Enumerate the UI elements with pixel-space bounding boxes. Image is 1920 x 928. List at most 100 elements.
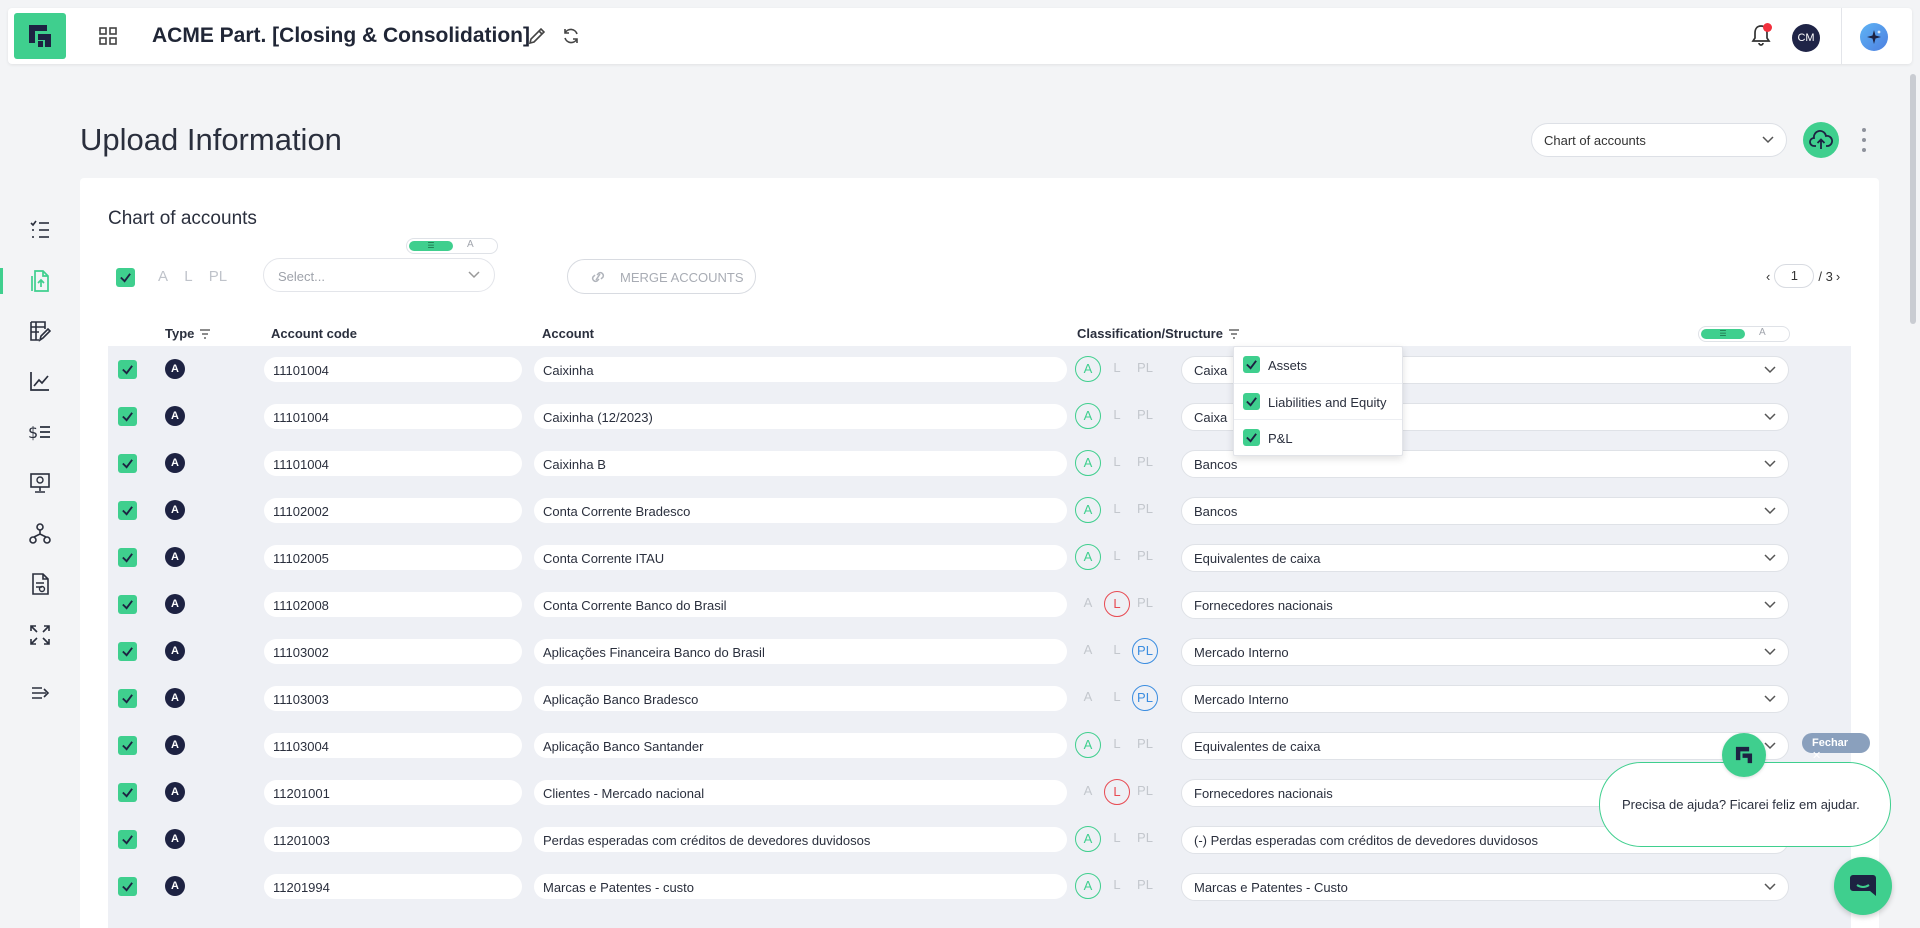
row-checkbox[interactable] (118, 407, 137, 426)
class-option-l[interactable]: L (1104, 544, 1130, 570)
structure-select[interactable]: Fornecedores nacionais (1181, 591, 1789, 619)
class-option-pl[interactable]: PL (1132, 638, 1158, 664)
class-option-pl[interactable]: PL (1132, 826, 1158, 852)
app-logo[interactable] (14, 13, 66, 59)
class-option-l[interactable]: L (1104, 591, 1130, 617)
class-option-l[interactable]: L (1104, 873, 1130, 899)
filter-assets[interactable]: A (158, 268, 168, 285)
account-name-field[interactable]: Aplicações Financeira Banco do Brasil (534, 639, 1067, 664)
class-option-a[interactable]: A (1075, 356, 1101, 382)
row-checkbox[interactable] (118, 830, 137, 849)
account-code-field[interactable]: 11201001 (264, 780, 522, 805)
class-option-a[interactable]: A (1075, 497, 1101, 523)
sidebar-item-edit-sheet-icon[interactable] (28, 319, 52, 343)
sidebar-item-report-icon[interactable] (28, 572, 52, 596)
class-option-pl[interactable]: PL (1132, 779, 1158, 805)
account-name-field[interactable]: Caixinha (12/2023) (534, 404, 1067, 429)
option-checkbox[interactable] (1243, 356, 1260, 373)
class-option-l[interactable]: L (1104, 685, 1130, 711)
table-row[interactable]: A 11201994 Marcas e Patentes - custo ALP… (108, 863, 1851, 910)
filter-pl[interactable]: PL (209, 268, 227, 285)
sidebar-item-expand-icon[interactable] (28, 623, 52, 647)
class-option-a[interactable]: A (1075, 450, 1101, 476)
apps-grid-icon[interactable] (98, 26, 118, 46)
prev-page-icon[interactable]: ‹ (1766, 269, 1770, 284)
class-option-pl[interactable]: PL (1132, 497, 1158, 523)
user-avatar[interactable]: CM (1792, 24, 1820, 52)
account-code-field[interactable]: 11103003 (264, 686, 522, 711)
structure-view-toggle[interactable]: ☰ A (1698, 326, 1790, 342)
table-row[interactable]: A 11102002 Conta Corrente Bradesco A L PL … (108, 487, 1851, 534)
class-option-l[interactable]: L (1104, 403, 1130, 429)
sidebar-collapse-icon[interactable] (28, 681, 52, 705)
sidebar-item-hierarchy-icon[interactable] (28, 522, 52, 546)
class-option-pl[interactable]: PL (1132, 732, 1158, 758)
table-row[interactable]: A 11201003 Perdas esperadas com créditos… (108, 816, 1851, 863)
chat-launcher-button[interactable] (1834, 857, 1892, 915)
account-code-field[interactable]: 11103004 (264, 733, 522, 758)
class-option-l[interactable]: L (1104, 450, 1130, 476)
row-checkbox[interactable] (118, 595, 137, 614)
sidebar-item-dollar-list-icon[interactable]: $ (28, 420, 52, 444)
sidebar-item-upload-file-icon[interactable] (28, 269, 52, 293)
row-checkbox[interactable] (118, 360, 137, 379)
scrollbar-thumb[interactable] (1910, 74, 1916, 324)
bulk-select-dropdown[interactable]: Select... (263, 258, 495, 292)
class-option-a[interactable]: A (1075, 638, 1101, 664)
page-input[interactable]: 1 (1774, 264, 1815, 288)
row-checkbox[interactable] (118, 454, 137, 473)
next-page-icon[interactable]: › (1836, 269, 1840, 284)
account-code-field[interactable]: 11102008 (264, 592, 522, 617)
class-option-l[interactable]: L (1104, 497, 1130, 523)
structure-select[interactable]: Equivalentes de caixa (1181, 544, 1789, 572)
class-option-a[interactable]: A (1075, 826, 1101, 852)
header-type[interactable]: Type (165, 326, 211, 341)
account-name-field[interactable]: Aplicação Banco Santander (534, 733, 1067, 758)
filter-liabilities[interactable]: L (184, 268, 192, 285)
filter-icon[interactable] (1228, 328, 1240, 339)
account-code-field[interactable]: 11102005 (264, 545, 522, 570)
table-row[interactable]: A 11101004 Caixinha (12/2023) A L PL Caixa (108, 393, 1851, 440)
class-option-a[interactable]: A (1075, 732, 1101, 758)
header-classification[interactable]: Classification/Structure (1077, 326, 1240, 341)
table-row[interactable]: A 11101004 Caixinha B A L PL Bancos (108, 440, 1851, 487)
table-row[interactable]: A 11201001 Clientes - Mercado nacional A… (108, 769, 1851, 816)
merge-accounts-button[interactable]: MERGE ACCOUNTS (567, 259, 756, 294)
refresh-icon[interactable] (561, 26, 581, 51)
account-name-field[interactable]: Clientes - Mercado nacional (534, 780, 1067, 805)
select-all-checkbox[interactable] (116, 268, 135, 287)
row-checkbox[interactable] (118, 736, 137, 755)
row-checkbox[interactable] (118, 501, 137, 520)
table-row[interactable]: A 11103003 Aplicação Banco Bradesco A L PL… (108, 675, 1851, 722)
ai-assistant-sparkle-icon[interactable] (1860, 23, 1888, 51)
table-row[interactable]: A 11101004 Caixinha A L PL Caixa (108, 346, 1851, 393)
class-option-l[interactable]: L (1104, 732, 1130, 758)
class-option-pl[interactable]: PL (1132, 591, 1158, 617)
class-option-pl[interactable]: PL (1132, 450, 1158, 476)
class-option-pl[interactable]: PL (1132, 544, 1158, 570)
class-option-a[interactable]: A (1075, 873, 1101, 899)
table-row[interactable]: A 11102008 Conta Corrente Banco do Brasi… (108, 581, 1851, 628)
option-checkbox[interactable] (1243, 429, 1260, 446)
class-option-a[interactable]: A (1075, 544, 1101, 570)
account-name-field[interactable]: Aplicação Banco Bradesco (534, 686, 1067, 711)
account-code-field[interactable]: 11101004 (264, 451, 522, 476)
account-code-field[interactable]: 11201994 (264, 874, 522, 899)
account-name-field[interactable]: Marcas e Patentes - custo (534, 874, 1067, 899)
row-checkbox[interactable] (118, 689, 137, 708)
class-filter[interactable]: A L PL (158, 268, 239, 285)
class-option-l[interactable]: L (1104, 356, 1130, 382)
dataset-select[interactable]: Chart of accounts (1531, 123, 1787, 157)
table-row[interactable]: A 11103004 Aplicação Banco Santander ALP… (108, 722, 1851, 769)
account-name-field[interactable]: Conta Corrente Banco do Brasil (534, 592, 1067, 617)
account-name-field[interactable]: Perdas esperadas com créditos de devedor… (534, 827, 1067, 852)
structure-select[interactable]: Mercado Interno (1181, 638, 1789, 666)
row-checkbox[interactable] (118, 877, 137, 896)
structure-select[interactable]: Mercado Interno (1181, 685, 1789, 713)
account-name-field[interactable]: Conta Corrente ITAU (534, 545, 1067, 570)
class-option-a[interactable]: A (1075, 685, 1101, 711)
class-option-l[interactable]: L (1104, 638, 1130, 664)
sidebar-item-line-chart-icon[interactable] (28, 369, 52, 393)
option-checkbox[interactable] (1243, 393, 1260, 410)
class-option-pl[interactable]: PL (1132, 685, 1158, 711)
